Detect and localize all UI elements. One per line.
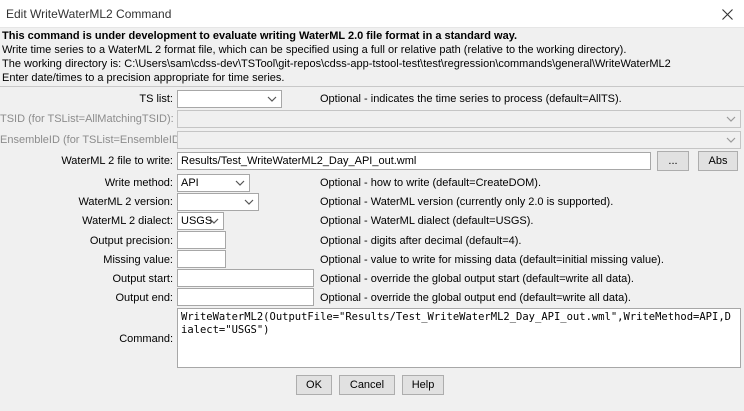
help-button[interactable]: Help	[402, 375, 444, 395]
dialect-desc: Optional - WaterML dialect (default=USGS…	[320, 215, 534, 227]
chevron-down-icon	[244, 199, 254, 205]
close-icon	[721, 8, 733, 20]
end-label: Output end:	[115, 292, 174, 304]
chevron-down-icon	[726, 137, 736, 143]
tsid-select[interactable]	[177, 110, 741, 128]
end-input[interactable]	[177, 288, 314, 306]
close-button[interactable]	[710, 0, 744, 28]
ts-list-select[interactable]	[177, 90, 282, 108]
start-desc: Optional - override the global output st…	[320, 273, 634, 285]
version-select[interactable]	[177, 193, 259, 211]
missing-input[interactable]	[177, 250, 226, 268]
ensemble-label: EnsembleID (for TSList=EnsembleID):	[0, 134, 187, 146]
precision-input[interactable]	[177, 231, 226, 249]
ok-button[interactable]: OK	[296, 375, 332, 395]
title-bar: Edit WriteWaterML2 Command	[0, 0, 744, 28]
write-method-desc: Optional - how to write (default=CreateD…	[320, 177, 542, 189]
chevron-down-icon	[726, 116, 736, 122]
command-label: Command:	[119, 333, 173, 345]
start-label: Output start:	[112, 273, 173, 285]
missing-desc: Optional - value to write for missing da…	[320, 254, 664, 266]
chevron-down-icon	[267, 96, 277, 102]
start-input[interactable]	[177, 269, 314, 287]
missing-label: Missing value:	[103, 254, 173, 266]
command-textarea[interactable]: WriteWaterML2(OutputFile="Results/Test_W…	[177, 308, 741, 368]
write-method-label: Write method:	[104, 177, 173, 189]
info-line-1: Write time series to a WaterML 2 format …	[2, 44, 627, 56]
version-label: WaterML 2 version:	[78, 196, 173, 208]
info-line-2: The working directory is: C:\Users\sam\c…	[2, 58, 671, 70]
browse-button[interactable]: ...	[657, 151, 689, 171]
ensemble-select[interactable]	[177, 131, 741, 149]
version-desc: Optional - WaterML version (currently on…	[320, 196, 614, 208]
separator	[0, 86, 744, 87]
chevron-down-icon	[209, 218, 219, 224]
precision-label: Output precision:	[89, 235, 173, 247]
cancel-button[interactable]: Cancel	[339, 375, 395, 395]
dialect-label: WaterML 2 dialect:	[82, 215, 173, 227]
abs-button[interactable]: Abs	[698, 151, 738, 171]
output-file-label: WaterML 2 file to write:	[61, 155, 173, 167]
info-line-3: Enter date/times to a precision appropri…	[2, 72, 285, 84]
window-title: Edit WriteWaterML2 Command	[6, 7, 172, 21]
end-desc: Optional - override the global output en…	[320, 292, 631, 304]
ts-list-desc: Optional - indicates the time series to …	[320, 93, 622, 105]
precision-desc: Optional - digits after decimal (default…	[320, 235, 522, 247]
write-method-select[interactable]: API	[177, 174, 250, 192]
output-file-input[interactable]: Results/Test_WriteWaterML2_Day_API_out.w…	[177, 152, 651, 170]
chevron-down-icon	[235, 180, 245, 186]
warning-text: This command is under development to eva…	[2, 30, 518, 42]
dialect-select[interactable]: USGS	[177, 212, 224, 230]
ts-list-label: TS list:	[139, 93, 173, 105]
tsid-label: TSID (for TSList=AllMatchingTSID):	[0, 113, 174, 125]
